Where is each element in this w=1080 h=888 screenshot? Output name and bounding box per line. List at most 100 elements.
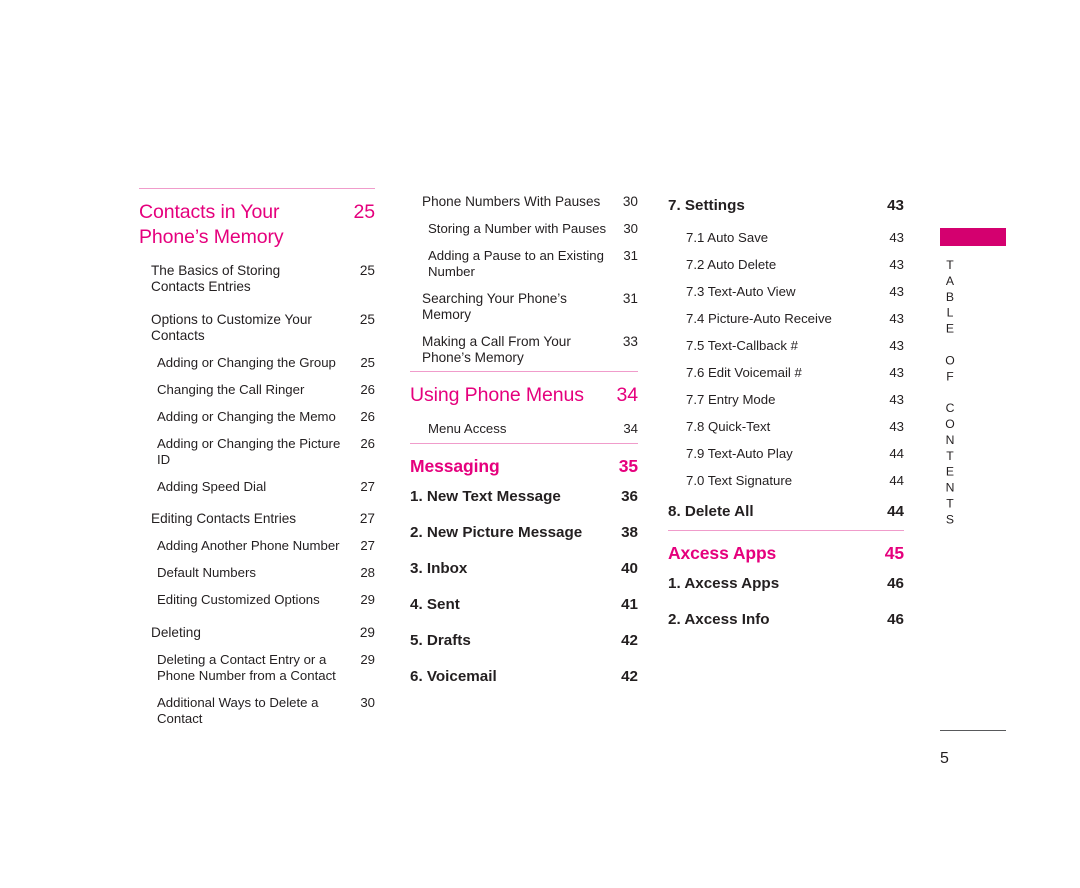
toc-entry-label: 7.3 Text-Auto View <box>686 283 796 299</box>
toc-entry-label: 7.2 Auto Delete <box>686 256 777 272</box>
toc-entry[interactable]: 8. Delete All 44 <box>668 494 904 530</box>
toc-entry[interactable]: Adding Speed Dial 27 <box>139 473 375 500</box>
toc-entry[interactable]: 6. Voicemail 42 <box>410 659 638 695</box>
toc-section: Phone Numbers With Pauses 30 Storing a Num… <box>410 188 638 371</box>
toc-section-heading[interactable]: Messaging 35 <box>410 444 638 479</box>
toc-section-title: Axcess Apps <box>668 543 777 563</box>
toc-entry-label: 7.6 Edit Voicemail # <box>686 364 802 380</box>
toc-entry[interactable]: 5. Drafts 42 <box>410 623 638 659</box>
toc-entry-label: Adding or Changing the Picture ID <box>157 435 341 467</box>
toc-entry-page: 27 <box>360 538 375 553</box>
toc-entry-page: 43 <box>889 310 904 326</box>
toc-entry[interactable]: The Basics of Storing Contacts Entries 25 <box>139 252 375 301</box>
toc-entry-label: 5. Drafts <box>410 631 471 649</box>
toc-entry[interactable]: Adding or Changing the Memo 26 <box>139 403 375 430</box>
toc-entry[interactable]: 1. Axcess Apps 46 <box>668 566 904 602</box>
toc-entry[interactable]: 7.1 Auto Save 43 <box>668 224 904 251</box>
toc-entry-page: 25 <box>359 263 375 278</box>
toc-entry-label: 2. Axcess Info <box>668 611 770 628</box>
toc-entry-page: 25 <box>360 354 375 370</box>
toc-entry-page: 43 <box>889 364 904 380</box>
toc-entry[interactable]: Searching Your Phone’s Memory 31 <box>410 285 638 328</box>
toc-entry-page: 44 <box>887 503 904 520</box>
toc-entry[interactable]: 7.6 Edit Voicemail # 43 <box>668 359 904 386</box>
toc-section-heading[interactable]: Using Phone Menus 34 <box>410 372 638 410</box>
toc-section-heading[interactable]: Contacts in Your Phone’s Memory 25 <box>139 189 375 252</box>
toc-entry-page: 30 <box>360 694 375 710</box>
toc-entry[interactable]: Phone Numbers With Pauses 30 <box>410 188 638 215</box>
toc-entry-page: 29 <box>359 624 375 640</box>
toc-entry-label: 7.0 Text Signature <box>686 472 793 488</box>
toc-entry[interactable]: 7.8 Quick-Text 43 <box>668 413 904 440</box>
toc-entry[interactable]: 7.0 Text Signature 44 <box>668 467 904 494</box>
toc-entry[interactable]: Deleting 29 <box>139 614 375 647</box>
toc-entry[interactable]: 7.4 Picture-Auto Receive 43 <box>668 305 904 332</box>
toc-section-heading[interactable]: Axcess Apps 45 <box>668 531 904 566</box>
toc-entry-page: 36 <box>621 487 638 505</box>
toc-entry[interactable]: 3. Inbox 40 <box>410 551 638 587</box>
toc-entry-page: 27 <box>360 478 375 494</box>
toc-entry[interactable]: 2. New Picture Message 38 <box>410 515 638 551</box>
toc-entry[interactable]: 7.5 Text-Callback # 43 <box>668 332 904 359</box>
toc-entry-label: 7.8 Quick-Text <box>686 418 771 434</box>
toc-entry-label: Storing a Number with Pauses <box>428 220 607 236</box>
toc-entry-page: 43 <box>889 418 904 434</box>
toc-entry-page: 43 <box>889 256 904 272</box>
toc-entry-label: Adding or Changing the Group <box>157 354 336 370</box>
toc-entry-label: 6. Voicemail <box>410 667 497 685</box>
toc-entry-page: 30 <box>622 193 638 209</box>
toc-entry-page: 46 <box>887 575 904 592</box>
toc-entry[interactable]: Adding or Changing the Group 25 <box>139 349 375 376</box>
toc-entry[interactable]: Options to Customize Your Contacts 25 <box>139 301 375 350</box>
toc-entry[interactable]: Additional Ways to Delete a Contact 30 <box>139 689 375 732</box>
toc-entry-label: 7.7 Entry Mode <box>686 391 776 407</box>
toc-entry-label: Phone Numbers With Pauses <box>422 193 601 209</box>
toc-entry-label: Adding Another Phone Number <box>157 538 340 553</box>
toc-entry[interactable]: 4. Sent 41 <box>410 587 638 623</box>
toc-entry[interactable]: Default Numbers 28 <box>139 560 375 587</box>
toc-entry-label: 1. Axcess Apps <box>668 575 780 592</box>
toc-entry[interactable]: 7. Settings 43 <box>668 188 904 224</box>
toc-entry-page: 41 <box>621 595 638 613</box>
toc-entry[interactable]: 7.3 Text-Auto View 43 <box>668 278 904 305</box>
toc-section: Axcess Apps 45 1. Axcess Apps 46 2. Axcess I… <box>668 531 904 638</box>
toc-entry-label: Default Numbers <box>157 565 256 580</box>
toc-entry[interactable]: Adding a Pause to an Existing Number 31 <box>410 242 638 285</box>
toc-entry-label: Additional Ways to Delete a Contact <box>157 694 319 726</box>
toc-entry-page: 42 <box>621 667 638 685</box>
toc-entry[interactable]: Deleting a Contact Entry or a Phone Numb… <box>139 646 375 689</box>
toc-entry-page: 40 <box>621 559 638 577</box>
toc-entry[interactable]: 2. Axcess Info 46 <box>668 602 904 638</box>
toc-entry-page: 25 <box>359 311 375 327</box>
toc-entry-page: 43 <box>889 283 904 299</box>
toc-entry[interactable]: Adding Another Phone Number 27 <box>139 533 375 560</box>
toc-entry-label: 7.4 Picture-Auto Receive <box>686 310 832 326</box>
toc-entry[interactable]: Storing a Number with Pauses 30 <box>410 215 638 242</box>
toc-entry-label: Changing the Call Ringer <box>157 381 305 397</box>
toc-entry-page: 26 <box>360 435 375 451</box>
toc-section-title: Using Phone Menus <box>410 384 584 406</box>
toc-entry-page: 27 <box>359 511 375 526</box>
toc-entry[interactable]: Making a Call From Your Phone’s Memory 33 <box>410 328 638 371</box>
toc-entry-page: 34 <box>623 421 638 436</box>
toc-entry[interactable]: Menu Access 34 <box>410 410 638 443</box>
toc-entry[interactable]: Changing the Call Ringer 26 <box>139 376 375 403</box>
toc-entry[interactable]: 7.2 Auto Delete 43 <box>668 251 904 278</box>
folio-rule <box>940 730 1006 731</box>
toc-entry-page: 43 <box>889 229 904 245</box>
toc-entry-label: 2. New Picture Message <box>410 523 583 541</box>
toc-section-page: 45 <box>884 543 904 563</box>
toc-entry-page: 26 <box>360 408 375 424</box>
toc-entry[interactable]: Adding or Changing the Picture ID 26 <box>139 430 375 473</box>
toc-entry[interactable]: 1. New Text Message 36 <box>410 479 638 515</box>
toc-section: Using Phone Menus 34 Menu Access 34 <box>410 372 638 443</box>
toc-entry-page: 31 <box>623 247 638 263</box>
toc-entry[interactable]: Editing Customized Options 29 <box>139 587 375 614</box>
toc-entry[interactable]: Editing Contacts Entries 27 <box>139 500 375 533</box>
toc-entry-label: Editing Contacts Entries <box>151 511 297 526</box>
toc-entry-page: 28 <box>360 565 375 580</box>
toc-entry-label: 7.9 Text-Auto Play <box>686 445 793 461</box>
toc-entry-page: 26 <box>360 381 375 397</box>
toc-entry[interactable]: 7.9 Text-Auto Play 44 <box>668 440 904 467</box>
toc-entry[interactable]: 7.7 Entry Mode 43 <box>668 386 904 413</box>
